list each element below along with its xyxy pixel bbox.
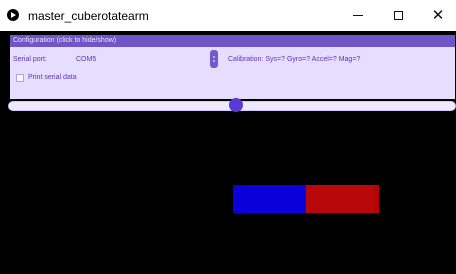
minimize-button[interactable] <box>338 0 378 31</box>
serial-port-dropdown[interactable] <box>210 50 218 68</box>
serial-port-label: Serial port: <box>13 56 47 63</box>
cube-red-face <box>306 185 375 213</box>
cube-red-edge <box>374 185 379 213</box>
minimize-icon <box>353 15 363 16</box>
print-serial-label: Print serial data <box>28 74 77 81</box>
cube-blue-face <box>233 185 306 213</box>
maximize-button[interactable] <box>378 0 418 31</box>
app-icon <box>7 9 19 21</box>
serial-port-value: COM5 <box>76 56 97 63</box>
configuration-header-label: Configuration (click to hide/show) <box>13 37 117 44</box>
configuration-toggle-header[interactable]: Configuration (click to hide/show) <box>10 35 455 47</box>
window-titlebar: master_cuberotatearm ✕ <box>0 0 456 31</box>
calibration-status: Calibration: Sys=? Gyro=? Accel=? Mag=? <box>228 56 361 63</box>
print-serial-checkbox[interactable] <box>16 74 24 82</box>
close-icon: ✕ <box>431 6 445 24</box>
rotation-slider-thumb[interactable] <box>229 98 243 112</box>
close-button[interactable]: ✕ <box>418 0 456 31</box>
configuration-panel: Configuration (click to hide/show) Seria… <box>10 35 455 99</box>
maximize-icon <box>393 11 403 20</box>
window-title: master_cuberotatearm <box>28 9 149 23</box>
